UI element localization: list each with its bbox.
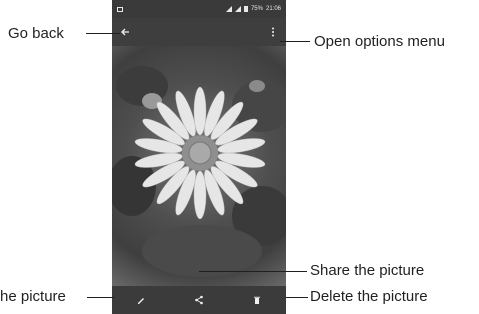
picture-view[interactable] <box>112 46 286 286</box>
phone-screen: 75% 21:06 <box>112 0 286 314</box>
arrow-left-icon <box>121 28 129 36</box>
go-back-label: Go back <box>8 25 64 42</box>
options-menu-label: Open options menu <box>314 33 445 50</box>
trash-icon <box>254 296 260 304</box>
battery-icon <box>243 6 248 12</box>
signal-icon <box>225 6 232 12</box>
flower-photo <box>112 66 286 277</box>
share-leader <box>199 271 307 272</box>
edit-button[interactable] <box>134 293 148 307</box>
status-bar: 75% 21:06 <box>112 0 286 18</box>
options-leader <box>280 41 310 42</box>
share-label: Share the picture <box>310 262 425 279</box>
share-button[interactable] <box>192 293 206 307</box>
signal-icon-2 <box>234 6 241 12</box>
pencil-icon <box>138 298 144 304</box>
status-time: 21:06 <box>265 6 281 12</box>
edit-leader <box>87 297 114 298</box>
edit-label: he picture <box>0 288 66 305</box>
back-button[interactable] <box>118 25 132 39</box>
go-back-leader <box>86 33 120 34</box>
delete-leader <box>286 297 308 298</box>
more-vert-icon <box>272 27 274 37</box>
delete-label: Delete the picture <box>310 288 428 305</box>
app-bar <box>112 18 286 46</box>
share-icon <box>195 295 203 305</box>
options-menu-button[interactable] <box>266 25 280 39</box>
battery-percent: 75% <box>250 6 263 12</box>
delete-button[interactable] <box>250 293 264 307</box>
bottom-action-bar <box>112 286 286 314</box>
image-notification-icon <box>117 6 123 12</box>
